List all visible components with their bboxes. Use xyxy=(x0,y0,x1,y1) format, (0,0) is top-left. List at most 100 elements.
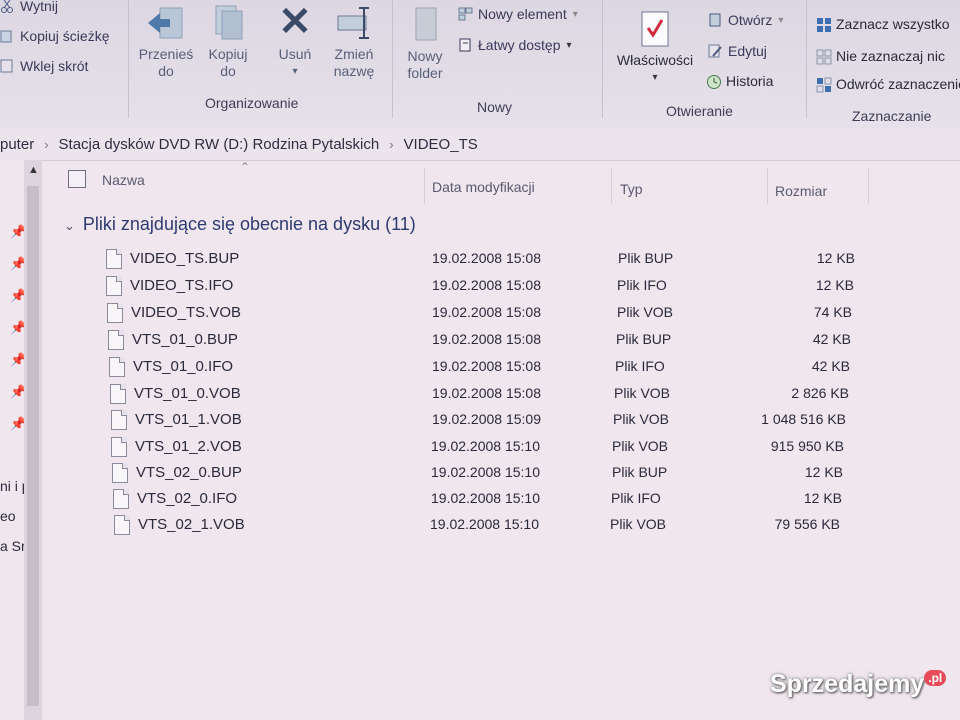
file-row[interactable]: VIDEO_TS.IFO 19.02.2008 15:08 Plik IFO 1… xyxy=(0,273,854,299)
easy-access-label: Łatwy dostęp xyxy=(478,37,561,53)
file-row[interactable]: VTS_02_1.VOB 19.02.2008 15:10 Plik VOB 7… xyxy=(0,512,840,538)
invert-selection-button[interactable]: Odwróć zaznaczenie xyxy=(816,76,960,93)
file-icon xyxy=(106,276,122,296)
invert-selection-label: Odwróć zaznaczenie xyxy=(836,76,960,92)
select-none-icon xyxy=(816,49,832,65)
file-size: 12 KB xyxy=(816,250,855,266)
delete-dropdown-icon[interactable]: ▾ xyxy=(270,63,320,80)
new-folder-label: Nowy xyxy=(407,48,443,64)
file-row[interactable]: VTS_02_0.BUP 19.02.2008 15:10 Plik BUP 1… xyxy=(0,460,843,486)
file-type: Plik VOB xyxy=(614,385,671,401)
column-header-size[interactable]: Rozmiar xyxy=(775,183,827,199)
file-row[interactable]: VTS_01_1.VOB 19.02.2008 15:09 Plik VOB 1… xyxy=(0,407,846,433)
file-date: 19.02.2008 15:08 xyxy=(432,358,541,374)
file-name: VTS_01_0.BUP xyxy=(132,331,238,348)
file-row[interactable]: VTS_01_0.VOB 19.02.2008 15:08 Plik VOB 2… xyxy=(0,381,849,407)
delete-button[interactable]: ✕ Usuń ▾ xyxy=(270,2,320,80)
new-item-label: Nowy element xyxy=(478,6,567,22)
file-row[interactable]: VTS_01_0.BUP 19.02.2008 15:08 Plik BUP 4… xyxy=(0,327,851,353)
scissors-icon xyxy=(0,0,14,13)
file-type: Plik BUP xyxy=(616,331,672,347)
delete-label: Usuń xyxy=(278,46,312,62)
move-to-sub: do xyxy=(158,63,174,79)
rename-icon xyxy=(334,4,374,42)
new-folder-button[interactable]: Nowy folder xyxy=(398,4,452,82)
file-date: 19.02.2008 15:10 xyxy=(431,490,540,506)
select-group-label: Zaznaczanie xyxy=(852,108,932,124)
file-name: VTS_02_1.VOB xyxy=(138,516,245,533)
select-none-button[interactable]: Nie zaznaczaj nic xyxy=(816,48,945,65)
copy-to-label: Kopiuj xyxy=(208,46,248,62)
file-name: VIDEO_TS.BUP xyxy=(130,250,240,267)
rename-button[interactable]: Zmień nazwę xyxy=(326,4,382,80)
file-row[interactable]: VTS_01_2.VOB 19.02.2008 15:10 Plik VOB 9… xyxy=(0,434,844,460)
group-header[interactable]: ⌄ Pliki znajdujące się obecnie na dysku (… xyxy=(64,214,416,235)
move-to-button[interactable]: Przenieś do xyxy=(134,4,198,80)
open-group-label: Otwieranie xyxy=(666,103,733,119)
file-date: 19.02.2008 15:10 xyxy=(431,464,540,480)
file-date: 19.02.2008 15:08 xyxy=(432,250,541,266)
column-header-type[interactable]: Typ xyxy=(620,181,643,197)
copy-to-button[interactable]: Kopiuj do xyxy=(200,4,256,80)
file-row[interactable]: VTS_02_0.IFO 19.02.2008 15:10 Plik IFO 1… xyxy=(0,486,842,512)
file-icon xyxy=(109,357,125,377)
paste-shortcut-label: Wklej skrót xyxy=(20,58,89,74)
paste-shortcut-button[interactable]: Wklej skrót xyxy=(0,58,88,74)
file-row[interactable]: VTS_01_0.IFO 19.02.2008 15:08 Plik IFO 4… xyxy=(0,354,850,380)
history-button[interactable]: Historia xyxy=(706,73,773,89)
move-to-icon xyxy=(146,4,186,42)
new-folder-sub: folder xyxy=(407,65,443,81)
file-name: VIDEO_TS.VOB xyxy=(131,304,242,321)
cut-button[interactable]: Wytnij xyxy=(0,0,58,14)
edit-icon xyxy=(708,44,722,58)
breadcrumb-computer[interactable]: puter xyxy=(0,136,34,153)
column-header-name[interactable]: Nazwa xyxy=(102,172,145,188)
chevron-right-icon: › xyxy=(389,136,394,152)
file-size: 74 KB xyxy=(813,304,852,320)
file-row[interactable]: VIDEO_TS.BUP 19.02.2008 15:08 Plik BUP 1… xyxy=(0,246,855,272)
breadcrumb-folder[interactable]: VIDEO_TS xyxy=(404,136,478,153)
new-item-button[interactable]: Nowy element ▾ xyxy=(458,6,578,22)
copy-path-button[interactable]: Kopiuj ścieżkę xyxy=(0,28,110,44)
ribbon-separator xyxy=(392,0,393,118)
file-name: VTS_01_1.VOB xyxy=(135,411,242,428)
select-all-icon xyxy=(816,17,831,32)
ribbon: Wytnij Kopiuj ścieżkę Wklej skrót Przeni… xyxy=(0,0,960,129)
edit-label: Edytuj xyxy=(728,43,767,59)
file-size: 12 KB xyxy=(804,464,843,480)
file-date: 19.02.2008 15:08 xyxy=(432,331,541,347)
easy-access-button[interactable]: Łatwy dostęp ▾ xyxy=(458,37,572,53)
file-type: Plik VOB xyxy=(617,304,674,320)
properties-dropdown-icon[interactable]: ▾ xyxy=(612,69,698,86)
scroll-up-icon[interactable]: ▲ xyxy=(28,164,39,176)
open-icon xyxy=(708,13,722,27)
new-folder-icon xyxy=(410,4,440,44)
sort-ascending-icon: ⌃ xyxy=(240,160,251,174)
ribbon-separator xyxy=(806,0,807,118)
column-separator[interactable] xyxy=(767,168,768,204)
easy-access-icon xyxy=(458,38,472,52)
file-date: 19.02.2008 15:09 xyxy=(432,411,541,427)
column-separator[interactable] xyxy=(611,168,612,204)
file-type: Plik IFO xyxy=(615,358,665,374)
file-icon xyxy=(108,330,124,350)
chevron-down-icon[interactable]: ⌄ xyxy=(64,218,75,233)
column-separator[interactable] xyxy=(868,168,869,204)
open-button[interactable]: Otwórz ▾ xyxy=(708,12,783,28)
address-bar[interactable]: puter › Stacja dysków DVD RW (D:) Rodzin… xyxy=(0,128,960,161)
file-name: VTS_02_0.BUP xyxy=(136,464,242,481)
column-separator[interactable] xyxy=(424,168,425,204)
column-header-date[interactable]: Data modyfikacji xyxy=(432,179,535,195)
select-all-checkbox[interactable] xyxy=(68,170,86,188)
breadcrumb-drive[interactable]: Stacja dysków DVD RW (D:) Rodzina Pytals… xyxy=(59,136,380,153)
file-row[interactable]: VIDEO_TS.VOB 19.02.2008 15:08 Plik VOB 7… xyxy=(0,300,852,326)
file-name: VIDEO_TS.IFO xyxy=(130,277,234,294)
file-name: VTS_01_0.IFO xyxy=(133,358,234,375)
move-to-label: Przenieś xyxy=(138,46,194,62)
select-all-button[interactable]: Zaznacz wszystko xyxy=(816,16,950,32)
file-date: 19.02.2008 15:10 xyxy=(430,516,539,532)
open-label: Otwórz xyxy=(728,12,773,28)
file-type: Plik IFO xyxy=(617,277,667,293)
edit-button[interactable]: Edytuj xyxy=(708,43,767,59)
properties-button[interactable]: Właściwości ▾ xyxy=(612,10,698,86)
